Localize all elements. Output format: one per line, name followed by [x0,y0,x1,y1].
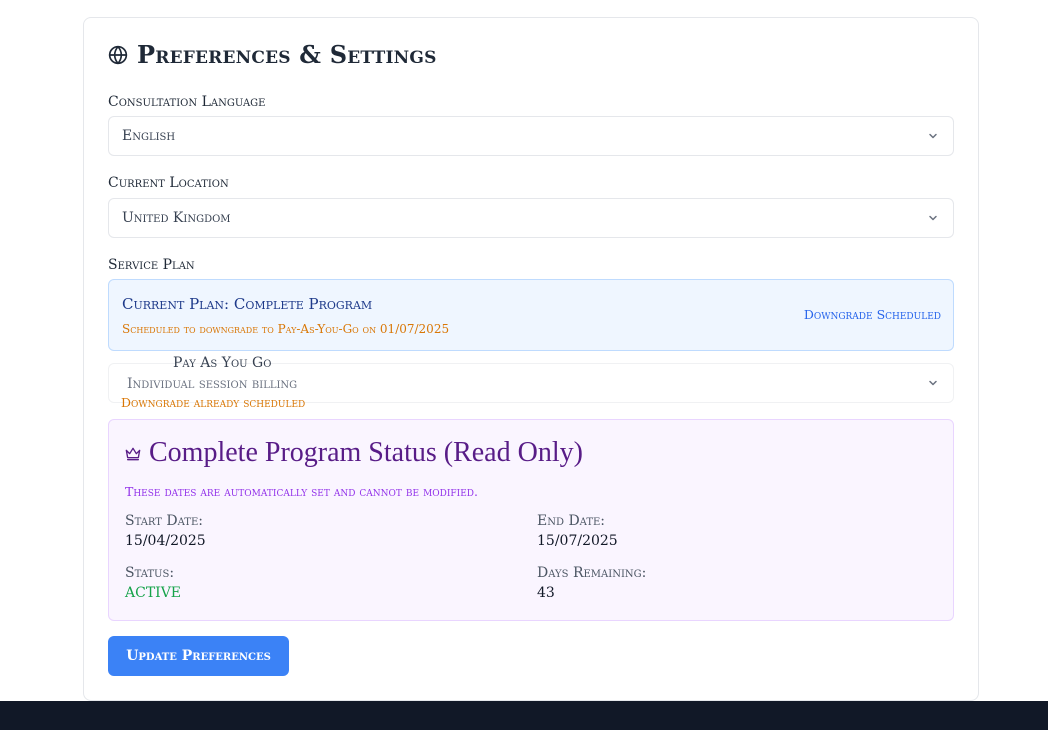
section-header: Preferences & Settings [108,40,437,69]
chevron-down-icon [929,133,937,139]
crown-icon [125,447,141,461]
chevron-down-icon [929,380,937,386]
program-status-box: Complete Program Status (Read Only) Thes… [108,419,954,621]
downgrade-scheduled-badge: Downgrade Scheduled [803,307,941,322]
days-remaining-label: Days Remaining: [537,565,647,581]
location-selected-value: United Kingdom [122,210,231,226]
service-plan-label: Service Plan [108,257,195,273]
days-remaining-value: 43 [537,585,555,601]
plan-option-note: Downgrade already scheduled [121,395,306,410]
current-plan-text: Current Plan: Complete Program [122,295,373,313]
program-status-note: These dates are automatically set and ca… [125,484,478,499]
plan-option-title: Pay As You Go [173,355,272,371]
language-selected-value: English [122,128,176,144]
language-select[interactable]: English [108,116,954,156]
status-badge: ACTIVE [125,585,182,601]
preferences-card: Preferences & Settings Consultation Lang… [83,17,979,701]
update-preferences-button[interactable]: Update Preferences [108,636,289,676]
start-date-label: Start Date: [125,513,203,529]
program-status-title: Complete Program Status (Read Only) [149,437,583,468]
page-title: Preferences & Settings [137,40,437,69]
start-date-value: 15/04/2025 [125,533,206,549]
end-date-label: End Date: [537,513,606,529]
end-date-value: 15/07/2025 [537,533,618,549]
plan-option-subtitle: Individual session billing [127,376,298,392]
program-status-header: Complete Program Status (Read Only) [125,437,583,469]
current-plan-box: Current Plan: Complete Program Scheduled… [108,279,954,351]
status-label: Status: [125,565,175,581]
chevron-down-icon [929,215,937,221]
location-label: Current Location [108,175,229,191]
language-label: Consultation Language [108,94,266,110]
scheduled-downgrade-note: Scheduled to downgrade to Pay-As-You-Go … [122,322,450,336]
location-select[interactable]: United Kingdom [108,198,954,238]
globe-icon [108,45,128,64]
page-footer [0,701,1048,730]
